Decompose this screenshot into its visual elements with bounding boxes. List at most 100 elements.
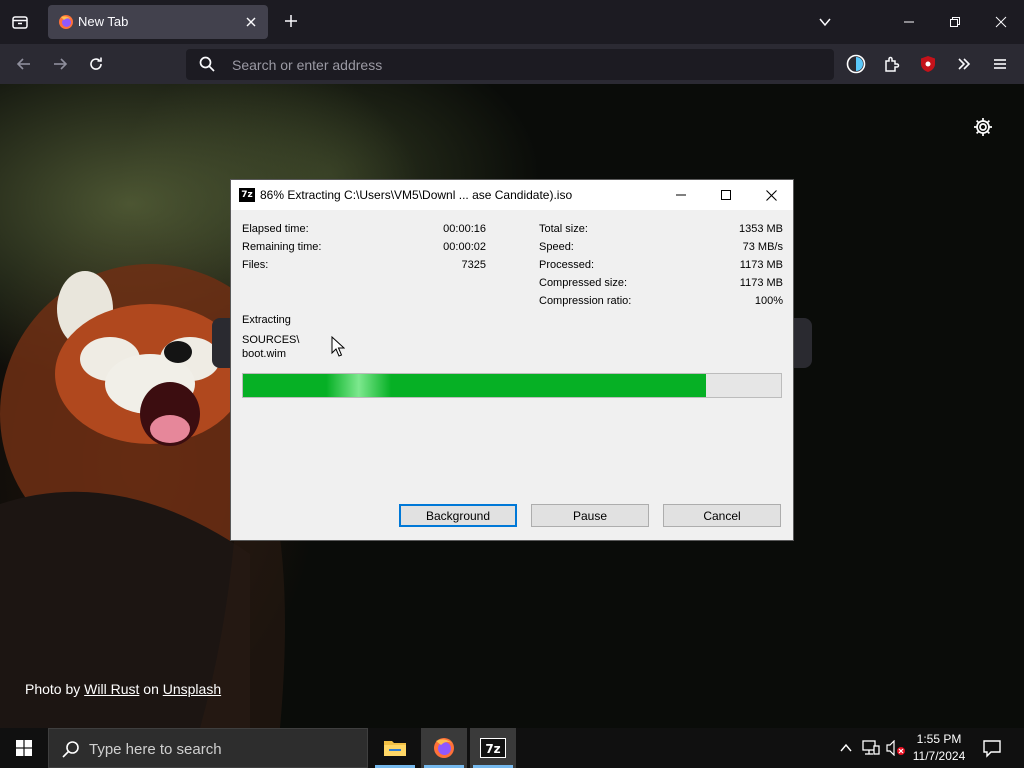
plus-icon bbox=[285, 15, 297, 27]
dialog-title: 86% Extracting C:\Users\VM5\Downl ... as… bbox=[260, 188, 573, 202]
chevron-double-right-icon bbox=[958, 58, 971, 70]
minimize-window-button[interactable] bbox=[894, 6, 924, 38]
new-tab-button[interactable] bbox=[280, 10, 302, 32]
dialog-maximize-button[interactable] bbox=[703, 180, 749, 210]
chevron-down-icon bbox=[819, 18, 831, 27]
elapsed-time-value: 00:00:16 bbox=[443, 223, 486, 235]
arrow-right-icon bbox=[54, 58, 68, 70]
network-status-button[interactable] bbox=[861, 738, 881, 758]
reload-icon bbox=[90, 57, 102, 70]
total-size-value: 1353 MB bbox=[738, 223, 783, 235]
app-menu-button[interactable] bbox=[986, 50, 1014, 78]
close-icon bbox=[765, 189, 777, 201]
back-button[interactable] bbox=[10, 50, 38, 78]
taskbar-7zip[interactable]: 7z bbox=[470, 728, 516, 768]
list-all-tabs-button[interactable] bbox=[6, 8, 34, 36]
compressed-size-value: 1173 MB bbox=[739, 277, 783, 289]
tab-title: New Tab bbox=[78, 14, 129, 29]
tab-new-tab[interactable]: New Tab bbox=[48, 5, 268, 39]
dialog-title-bar[interactable]: 7z 86% Extracting C:\Users\VM5\Downl ...… bbox=[231, 180, 793, 210]
current-path: SOURCES\ bbox=[242, 334, 300, 346]
processed-value: 1173 MB bbox=[739, 259, 783, 271]
reload-button[interactable] bbox=[82, 50, 110, 78]
taskbar-search-box[interactable]: Type here to search bbox=[48, 728, 368, 768]
total-size-label: Total size: bbox=[539, 223, 588, 235]
more-tools-button[interactable] bbox=[950, 50, 978, 78]
list-tabs-dropdown-button[interactable] bbox=[810, 6, 840, 38]
address-bar[interactable]: Search or enter address bbox=[186, 49, 834, 80]
compressed-size-label: Compressed size: bbox=[539, 277, 628, 289]
ublock-origin-icon bbox=[921, 56, 935, 72]
current-file: boot.wim bbox=[242, 348, 287, 360]
extract-progress-dialog: 7z 86% Extracting C:\Users\VM5\Downl ...… bbox=[230, 179, 794, 541]
extract-progress-bar bbox=[242, 373, 782, 398]
background-button[interactable]: Background bbox=[399, 504, 517, 527]
browser-nav-bar: Search or enter address bbox=[0, 44, 1024, 84]
hamburger-menu-icon bbox=[994, 59, 1006, 69]
close-window-button[interactable] bbox=[986, 6, 1016, 38]
network-icon bbox=[862, 740, 880, 755]
svg-text:7z: 7z bbox=[485, 742, 500, 756]
compression-ratio-label: Compression ratio: bbox=[539, 295, 632, 307]
speed-label: Speed: bbox=[539, 241, 574, 253]
restore-window-button[interactable] bbox=[940, 6, 970, 38]
start-button[interactable] bbox=[0, 728, 48, 768]
search-icon bbox=[62, 741, 79, 758]
elapsed-time-label: Elapsed time: bbox=[242, 223, 309, 235]
personalize-new-tab-button[interactable] bbox=[972, 116, 994, 138]
forward-button[interactable] bbox=[46, 50, 74, 78]
tabs-list-icon bbox=[12, 16, 28, 29]
notification-icon bbox=[983, 740, 1001, 758]
pause-button[interactable]: Pause bbox=[531, 504, 649, 527]
remaining-time-value: 00:00:02 bbox=[443, 241, 486, 253]
volume-muted-icon bbox=[886, 740, 905, 756]
file-explorer-icon bbox=[384, 741, 406, 756]
windows-taskbar: Type here to search 7z 1:55 PM 11/7/2024 bbox=[0, 728, 1024, 768]
taskbar-search-placeholder: Type here to search bbox=[89, 741, 222, 758]
close-icon bbox=[995, 16, 1007, 28]
unsplash-link[interactable]: Unsplash bbox=[163, 681, 221, 697]
minimize-icon bbox=[676, 194, 686, 196]
restore-icon bbox=[950, 17, 960, 27]
files-label: Files: bbox=[242, 259, 269, 271]
dialog-close-button[interactable] bbox=[748, 180, 794, 210]
photo-credit-middle: on bbox=[143, 681, 159, 697]
taskbar-firefox[interactable] bbox=[421, 728, 467, 768]
close-icon bbox=[246, 17, 256, 27]
browser-tab-bar: New Tab bbox=[0, 0, 1024, 44]
firefox-icon bbox=[434, 738, 454, 758]
extensions-button[interactable] bbox=[878, 50, 906, 78]
processed-label: Processed: bbox=[539, 259, 595, 271]
taskbar-file-explorer[interactable] bbox=[372, 728, 418, 768]
taskbar-clock[interactable]: 1:55 PM 11/7/2024 bbox=[908, 731, 970, 765]
dialog-minimize-button[interactable] bbox=[658, 180, 704, 210]
puzzle-piece-icon bbox=[885, 56, 900, 72]
notification-center-button[interactable] bbox=[980, 736, 1004, 760]
mouse-cursor-icon bbox=[331, 336, 345, 357]
maximize-icon bbox=[721, 190, 731, 200]
chevron-up-icon bbox=[840, 743, 852, 752]
vpn-extension-button[interactable] bbox=[842, 50, 870, 78]
windows-logo-icon bbox=[16, 740, 32, 756]
volume-button[interactable] bbox=[886, 738, 906, 758]
7zip-icon: 7z bbox=[480, 738, 506, 758]
progress-bar-fill bbox=[243, 374, 706, 397]
clock-time: 1:55 PM bbox=[916, 732, 962, 746]
tab-close-button[interactable] bbox=[242, 13, 260, 31]
operation-label: Extracting bbox=[242, 314, 291, 326]
remaining-time-label: Remaining time: bbox=[242, 241, 322, 253]
gear-icon bbox=[974, 118, 992, 136]
show-hidden-icons-button[interactable] bbox=[836, 738, 856, 758]
photo-credit-prefix: Photo by bbox=[25, 681, 81, 697]
7zip-icon: 7z bbox=[239, 188, 255, 202]
firefox-favicon-icon bbox=[59, 15, 73, 29]
cancel-button[interactable]: Cancel bbox=[663, 504, 781, 527]
shield-globe-icon bbox=[846, 54, 866, 74]
ublock-origin-button[interactable] bbox=[914, 50, 942, 78]
minimize-icon bbox=[904, 21, 914, 23]
clock-date: 11/7/2024 bbox=[912, 749, 966, 763]
photo-author-link[interactable]: Will Rust bbox=[84, 681, 139, 697]
arrow-left-icon bbox=[16, 58, 30, 70]
speed-value: 73 MB/s bbox=[742, 241, 783, 253]
search-icon bbox=[199, 56, 215, 72]
